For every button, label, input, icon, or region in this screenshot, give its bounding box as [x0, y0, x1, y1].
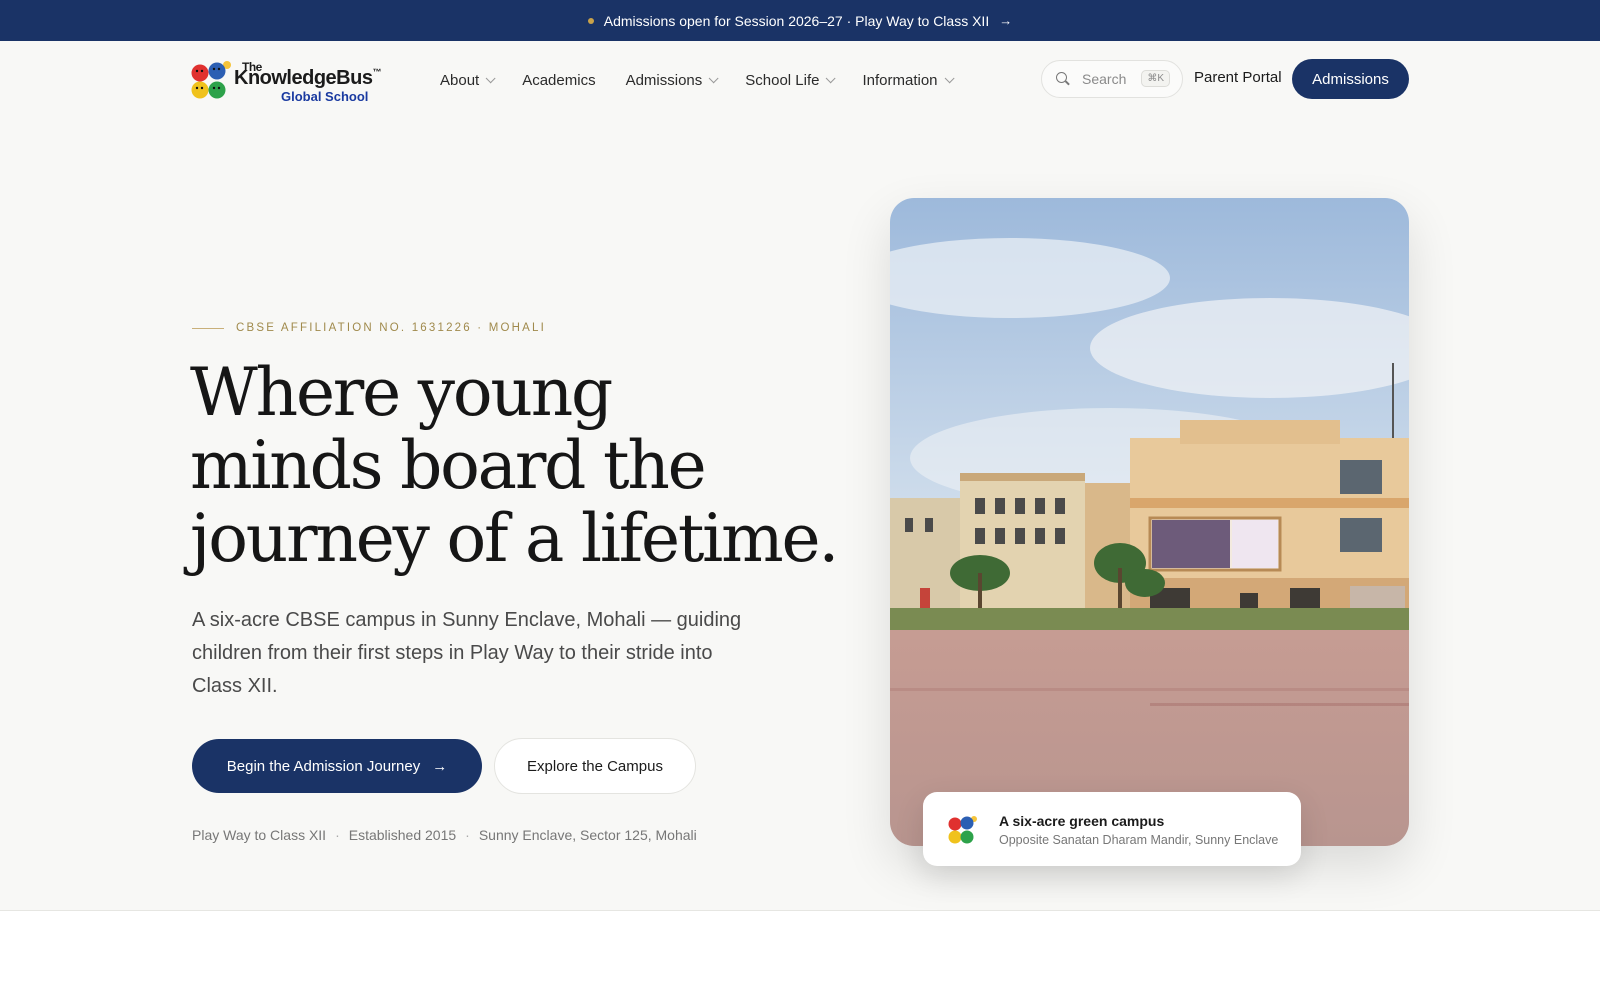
nav-item-information[interactable]: Information — [862, 72, 955, 89]
headline-line-3: journey of a lifetime. — [190, 500, 839, 577]
caption-subtitle: Opposite Sanatan Dharam Mandir, Sunny En… — [999, 833, 1279, 847]
chevron-down-icon — [944, 72, 955, 83]
logo-balls-icon — [948, 816, 977, 844]
chevron-down-icon — [485, 72, 496, 83]
eyebrow-line — [192, 327, 224, 329]
fact-classes: Play Way to Class XII — [192, 827, 327, 843]
chevron-down-icon — [826, 72, 837, 83]
site-header: The KnowledgeBus™ Global School About Ac… — [0, 41, 1600, 119]
explore-campus-button[interactable]: Explore the Campus — [494, 738, 696, 794]
arrow-right-icon: → — [432, 757, 448, 775]
chevron-down-icon — [708, 72, 719, 83]
fact-separator: · — [465, 827, 470, 843]
nav-item-school-life[interactable]: School Life — [745, 72, 837, 89]
nav-item-admissions[interactable]: Admissions — [626, 72, 719, 89]
admissions-button[interactable]: Admissions — [1292, 59, 1409, 99]
hero-facts: Play Way to Class XII · Established 2015… — [192, 827, 697, 843]
fact-separator: · — [335, 827, 340, 843]
begin-admission-button[interactable]: Begin the Admission Journey → — [192, 739, 482, 793]
next-section — [0, 911, 1600, 1000]
campus-building-image — [890, 198, 1409, 846]
fact-location: Sunny Enclave, Sector 125, Mohali — [478, 827, 697, 843]
caption-title: A six-acre green campus — [999, 813, 1165, 829]
search-input[interactable]: Search ⌘K — [1041, 60, 1183, 98]
campus-caption-card: A six-acre green campus Opposite Sanatan… — [923, 792, 1301, 866]
announcement-dot-icon — [587, 17, 594, 24]
logo-name: KnowledgeBus™ — [234, 67, 381, 89]
main-nav: About Academics Admissions School Life I… — [440, 41, 981, 119]
search-shortcut: ⌘K — [1141, 70, 1170, 87]
logo[interactable]: The KnowledgeBus™ Global School — [190, 56, 381, 106]
begin-admission-label: Begin the Admission Journey — [226, 757, 421, 775]
search-placeholder: Search — [1082, 71, 1127, 87]
logo-subtitle: Global School — [281, 89, 369, 104]
fact-established: Established 2015 — [348, 827, 457, 843]
campus-photo — [890, 198, 1409, 846]
hero-headline: Where young minds board the journey of a… — [190, 354, 839, 577]
nav-item-academics[interactable]: Academics — [522, 72, 595, 89]
hero-lede: A six-acre CBSE campus in Sunny Enclave,… — [192, 609, 742, 697]
nav-item-about[interactable]: About — [440, 72, 496, 89]
eyebrow-text: CBSE AFFILIATION NO. 1631226 · MOHALI — [236, 322, 546, 334]
affiliation-eyebrow: CBSE AFFILIATION NO. 1631226 · MOHALI — [192, 322, 546, 334]
arrow-right-icon[interactable]: → — [999, 13, 1012, 28]
announcement-bar[interactable]: Admissions open for Session 2026–27 · Pl… — [0, 0, 1600, 41]
headline-line-2: minds board the — [190, 427, 707, 504]
logo-balls-icon — [191, 61, 231, 99]
search-icon — [1056, 72, 1070, 86]
headline-line-1: Where young — [190, 354, 613, 431]
parent-portal-link[interactable]: Parent Portal — [1194, 69, 1282, 86]
announcement-text[interactable]: Admissions open for Session 2026–27 · Pl… — [604, 13, 989, 29]
